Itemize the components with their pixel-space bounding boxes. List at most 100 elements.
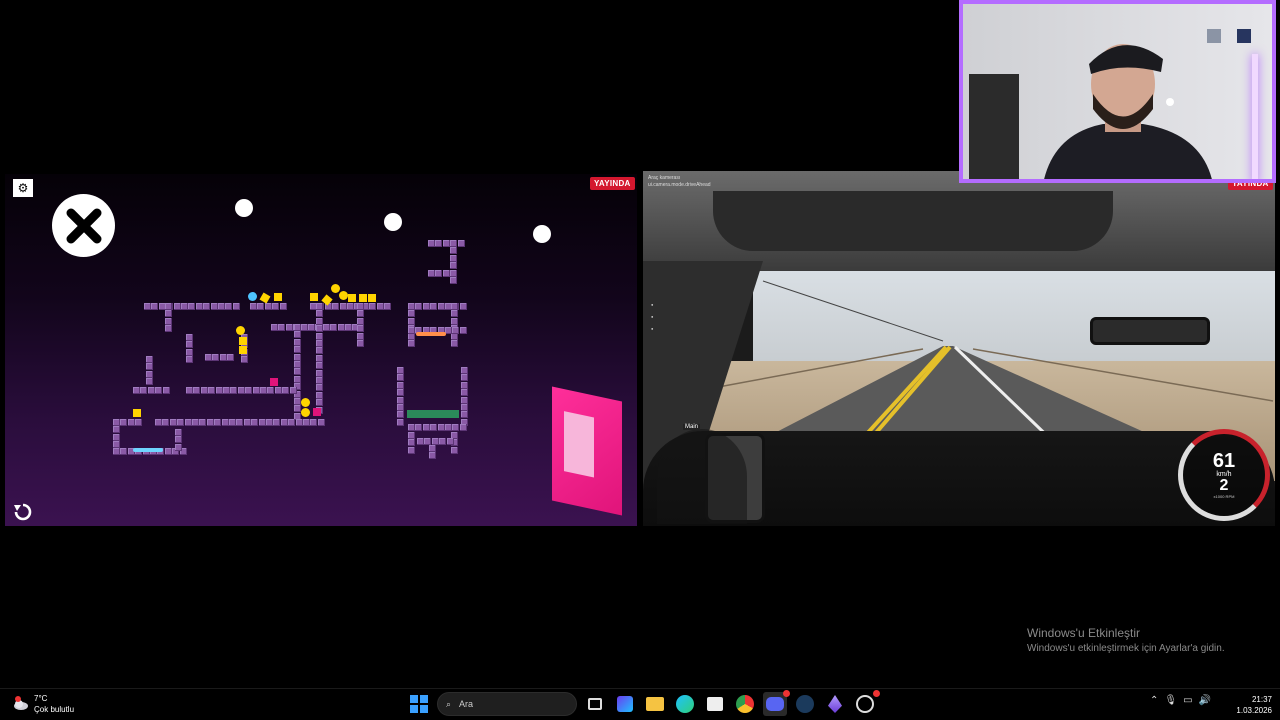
exit-door bbox=[552, 386, 622, 516]
maze-block bbox=[230, 387, 238, 394]
maze-block bbox=[146, 356, 153, 363]
maze-block bbox=[169, 419, 177, 426]
driving-game-panel[interactable]: Araç kamerası ui.camera.mode.driveAhead … bbox=[643, 171, 1275, 526]
maze-block bbox=[408, 310, 415, 318]
maze-block bbox=[200, 387, 208, 394]
task-view-icon[interactable] bbox=[583, 692, 607, 716]
maze-block bbox=[451, 303, 458, 310]
maze-block bbox=[457, 240, 465, 247]
maze-block bbox=[461, 411, 468, 419]
chevron-up-icon[interactable]: ⌃ bbox=[1150, 695, 1158, 706]
chrome-icon[interactable] bbox=[733, 692, 757, 716]
maze-block bbox=[442, 270, 450, 277]
puzzle-game-panel[interactable]: ⚙ YAYINDA bbox=[5, 174, 637, 526]
start-icon[interactable] bbox=[407, 692, 431, 716]
maze-block bbox=[120, 419, 128, 426]
maze-block bbox=[303, 419, 310, 426]
maze-block bbox=[322, 324, 330, 331]
maze-block bbox=[439, 438, 447, 445]
store-icon[interactable] bbox=[703, 692, 727, 716]
maze-block bbox=[146, 363, 153, 371]
app-icon[interactable] bbox=[823, 692, 847, 716]
discord-icon[interactable] bbox=[763, 690, 790, 716]
coin bbox=[259, 292, 271, 304]
coin bbox=[274, 293, 282, 301]
maze-block bbox=[408, 340, 415, 347]
coin bbox=[310, 293, 318, 301]
maze-block bbox=[431, 438, 439, 445]
streamer bbox=[1044, 44, 1212, 179]
maze-block bbox=[175, 443, 182, 451]
maze-block bbox=[241, 356, 248, 364]
maze-block bbox=[437, 424, 445, 431]
maze-block bbox=[192, 419, 199, 426]
maze-block bbox=[461, 404, 468, 411]
maze-block bbox=[288, 419, 296, 426]
maze-block bbox=[316, 369, 323, 377]
maze-block bbox=[229, 419, 236, 426]
maze-block bbox=[429, 452, 436, 460]
maze-block bbox=[184, 419, 192, 426]
maze-block bbox=[221, 419, 229, 426]
camera-label: Araç kamerası ui.camera.mode.driveAhead bbox=[648, 175, 711, 189]
speed-value: 61 bbox=[1212, 450, 1236, 472]
maze-block bbox=[316, 310, 323, 318]
desktop: ⚙ YAYINDA Araç kamerası ui.camera.mode.d… bbox=[0, 0, 1280, 720]
maze-block bbox=[408, 327, 415, 334]
maze-block bbox=[316, 317, 323, 325]
weather-widget[interactable]: 7°C Çok bulutlu bbox=[12, 693, 74, 715]
maze-block bbox=[445, 424, 452, 431]
exit-door-window bbox=[564, 411, 594, 478]
gear-icon[interactable]: ⚙ bbox=[13, 179, 33, 197]
maze-block bbox=[223, 387, 230, 394]
search-input[interactable]: ⌕ Ara bbox=[437, 692, 577, 716]
maze-block bbox=[357, 317, 364, 325]
microphone-icon[interactable]: 🎙 bbox=[1164, 695, 1177, 706]
maze-block bbox=[461, 396, 468, 404]
maze-block bbox=[442, 240, 450, 247]
maze-block bbox=[316, 362, 323, 370]
maze-block bbox=[289, 387, 297, 394]
maze-block bbox=[451, 317, 458, 325]
maze-block bbox=[451, 340, 458, 347]
maze-block bbox=[186, 356, 193, 364]
maze-block bbox=[424, 438, 432, 445]
maze-block bbox=[428, 270, 435, 277]
maze-block bbox=[408, 432, 415, 439]
speedometer: 61 km/h 2 x1000 RPM bbox=[1178, 429, 1270, 521]
widgets-icon[interactable] bbox=[613, 692, 637, 716]
maze-block bbox=[236, 419, 244, 426]
notification-badge bbox=[873, 690, 880, 697]
network-icon[interactable]: ▭ bbox=[1183, 695, 1192, 706]
maze-block bbox=[113, 433, 120, 441]
maze-block bbox=[397, 418, 404, 426]
maze-block bbox=[146, 378, 153, 386]
edge-icon[interactable] bbox=[673, 692, 697, 716]
life-dot bbox=[384, 213, 402, 231]
clock[interactable]: 21:37 1.03.2026 bbox=[1230, 694, 1272, 716]
maze-block bbox=[173, 303, 181, 310]
maze-block bbox=[461, 381, 468, 389]
maze-block bbox=[208, 387, 216, 394]
file-explorer-icon[interactable] bbox=[643, 692, 667, 716]
maze-block bbox=[397, 404, 404, 411]
obs-icon[interactable] bbox=[853, 690, 880, 716]
maze-block bbox=[397, 389, 404, 397]
maze-block bbox=[316, 303, 323, 310]
undo-icon[interactable] bbox=[11, 501, 35, 523]
coin bbox=[368, 294, 376, 302]
coin bbox=[359, 294, 367, 302]
coin bbox=[339, 291, 348, 300]
steam-icon[interactable] bbox=[793, 692, 817, 716]
maze-block bbox=[113, 448, 120, 455]
maze-block bbox=[408, 317, 415, 325]
volume-icon[interactable]: 🔊 bbox=[1199, 695, 1211, 706]
maze-block bbox=[461, 374, 468, 382]
close-icon[interactable] bbox=[52, 194, 115, 257]
maze-block bbox=[165, 310, 172, 318]
led-light bbox=[1252, 54, 1258, 179]
coin bbox=[236, 326, 245, 335]
maze-block bbox=[310, 419, 318, 426]
maze-block bbox=[188, 303, 196, 310]
maze-block bbox=[113, 426, 120, 434]
